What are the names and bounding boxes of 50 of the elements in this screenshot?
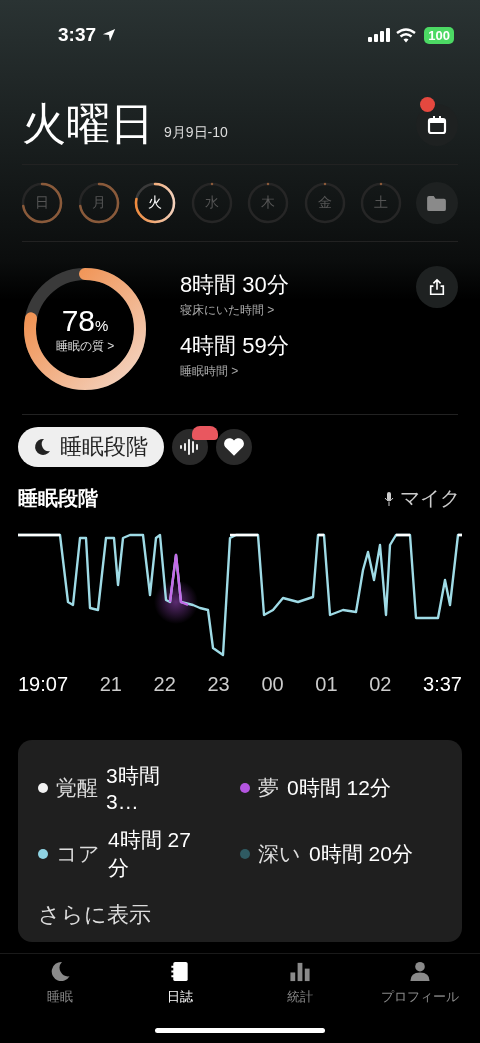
location-arrow-icon bbox=[102, 28, 117, 42]
sleep-quality-link[interactable]: 睡眠の質 > bbox=[55, 337, 115, 355]
sleep-stages-tab[interactable]: 睡眠段階 bbox=[18, 427, 164, 467]
stage-duration: 4時間 27 分 bbox=[108, 827, 192, 881]
source-label: マイク bbox=[400, 486, 460, 511]
stage-duration: 0時間 20分 bbox=[309, 841, 413, 867]
signal-icon bbox=[368, 28, 391, 42]
duration-link[interactable]: 睡眠時間 > bbox=[180, 363, 386, 380]
date-range: 9月9日-10 bbox=[164, 124, 228, 142]
microphone-icon bbox=[384, 490, 394, 507]
stage-label: 深い bbox=[258, 841, 301, 867]
stage-duration: 3時間 3… bbox=[106, 763, 161, 814]
stage-label: 夢 bbox=[258, 775, 279, 801]
time-axis-label: 3:37 bbox=[423, 673, 462, 696]
time-axis-label: 23 bbox=[207, 673, 230, 696]
show-more-link[interactable]: さらに表示 bbox=[38, 900, 442, 930]
folder-icon bbox=[427, 195, 447, 211]
duration-link[interactable]: 寝床にいた時間 > bbox=[180, 302, 386, 319]
record-badge bbox=[192, 426, 218, 440]
time-axis-label: 22 bbox=[153, 673, 176, 696]
tab-bar-item[interactable]: 睡眠 bbox=[5, 960, 115, 1006]
status-time: 3:37 bbox=[58, 24, 97, 46]
wifi-icon bbox=[396, 27, 417, 43]
duration-value: 8時間 30分 bbox=[180, 271, 290, 299]
moon-icon bbox=[32, 437, 52, 457]
time-axis-label: 01 bbox=[315, 673, 338, 696]
time-axis-label: 21 bbox=[99, 673, 122, 696]
tab-bar-item[interactable]: 統計 bbox=[245, 960, 355, 1006]
sleep-quality-score: 78% bbox=[61, 303, 109, 338]
share-icon bbox=[428, 278, 446, 296]
tab-bar-item[interactable]: 日誌 bbox=[125, 960, 235, 1006]
heart-rate-tab[interactable] bbox=[216, 429, 252, 465]
day-ring-button[interactable]: 火 bbox=[133, 181, 178, 225]
time-axis-label: 19:07 bbox=[18, 673, 69, 696]
heart-icon bbox=[223, 437, 245, 457]
chart-title: 睡眠段階 bbox=[18, 486, 98, 511]
duration-value: 4時間 59分 bbox=[180, 332, 290, 360]
tab-bar-item[interactable]: プロフィール bbox=[365, 960, 475, 1006]
day-title: 火曜日 bbox=[22, 102, 154, 146]
time-axis-label: 02 bbox=[369, 673, 392, 696]
stage-label: コア bbox=[56, 841, 100, 867]
share-button[interactable] bbox=[416, 266, 458, 308]
battery-indicator: 100 bbox=[424, 26, 454, 44]
bar-chart-icon bbox=[288, 960, 312, 983]
time-axis-label: 00 bbox=[261, 673, 284, 696]
folder-button[interactable] bbox=[415, 182, 458, 224]
stage-duration: 0時間 12分 bbox=[287, 775, 391, 801]
person-icon bbox=[408, 960, 432, 983]
calendar-icon bbox=[427, 115, 447, 135]
stage-label: 覚醒 bbox=[56, 775, 98, 801]
